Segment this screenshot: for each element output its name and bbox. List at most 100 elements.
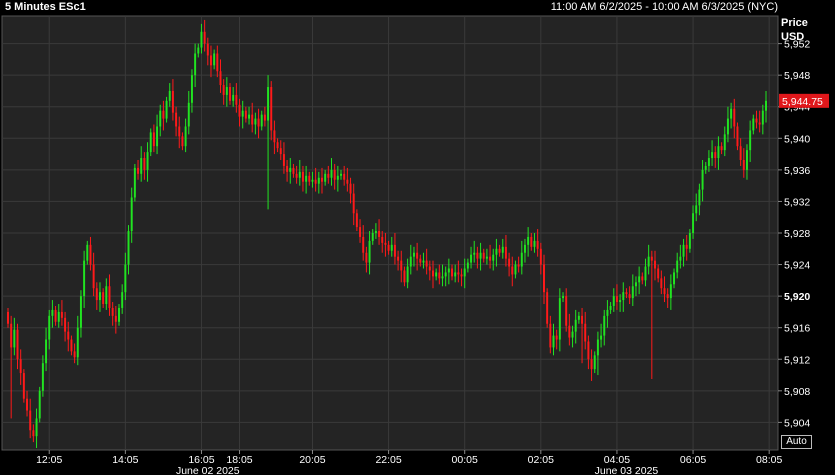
candle-body [251, 114, 254, 125]
candle-body [606, 309, 609, 316]
candle-body [209, 55, 212, 66]
candle-body [384, 242, 387, 245]
candle-body [682, 244, 685, 257]
candle-body [317, 177, 320, 184]
candle-body [504, 246, 507, 259]
candle-body [162, 110, 165, 119]
candle-body [298, 171, 301, 178]
candle-body [295, 173, 298, 178]
candle-body [225, 87, 228, 95]
currency-label: USD [781, 31, 805, 43]
candle-body [121, 292, 124, 308]
candle-body [444, 272, 447, 277]
candle-body [650, 256, 653, 261]
candle-body [340, 173, 342, 176]
candle-body [352, 193, 355, 214]
candle-body [720, 146, 723, 151]
candle-body [676, 260, 679, 273]
candle-body [435, 272, 438, 277]
auto-scale-button[interactable]: Auto [781, 435, 812, 449]
candle-body [187, 102, 190, 127]
candle-body [286, 165, 289, 172]
candle-body [704, 165, 707, 170]
candle-body [16, 329, 19, 360]
candle-body [137, 167, 140, 174]
candle-body [641, 276, 644, 281]
candle-body [432, 270, 434, 277]
candle-body [660, 278, 663, 289]
candle-body [466, 262, 469, 269]
candle-body [355, 213, 358, 228]
candle-body [634, 282, 637, 287]
candle-body [574, 319, 577, 332]
candle-body [165, 100, 168, 119]
candle-body [765, 100, 767, 111]
candle-body [460, 274, 463, 277]
candle-body [194, 53, 197, 76]
candle-body [349, 183, 352, 194]
candle-body [457, 272, 460, 275]
candle-body [758, 122, 761, 125]
candle-body [260, 114, 263, 127]
x-tick-label: 06:05 [680, 454, 706, 466]
candle-body [203, 31, 206, 44]
candle-body [492, 254, 495, 261]
candle-body [409, 256, 412, 267]
candle-body [685, 244, 688, 249]
candle-body [511, 266, 514, 275]
candle-body [159, 110, 162, 127]
candle-body [67, 331, 70, 340]
candle-body [241, 110, 244, 117]
candle-body [276, 142, 279, 149]
candle-body [571, 331, 574, 338]
candle-body [92, 264, 95, 289]
candle-body [327, 173, 330, 178]
candle-body [22, 373, 25, 399]
candle-body [695, 205, 698, 214]
candle-body [381, 236, 384, 243]
price-chart[interactable]: 5,904 5,908 5,912 5,916 5,920 5,924 5,928 5,932… [0, 0, 835, 475]
candle-body [232, 94, 235, 101]
candle-body [514, 264, 517, 275]
candle-body [609, 305, 612, 310]
candle-body [603, 315, 606, 336]
candle-body [517, 264, 520, 267]
candle-body [70, 339, 73, 352]
candle-body [10, 323, 13, 348]
candle-body [416, 252, 419, 259]
candle-body [270, 87, 273, 131]
candle-body [501, 246, 504, 253]
candle-body [79, 296, 82, 328]
candle-body [156, 126, 159, 147]
candle-body [441, 276, 444, 279]
candle-body [581, 315, 584, 324]
candle-body [692, 213, 695, 233]
chart-title: 5 Minutes ESc1 [5, 1, 86, 13]
candle-body [51, 309, 54, 316]
candle-body [755, 118, 758, 123]
candle-body [625, 292, 628, 295]
candle-body [343, 173, 346, 180]
candle-body [365, 252, 368, 263]
y-tick-label: 5,936 [784, 165, 810, 177]
candle-body [133, 167, 136, 198]
candle-body [558, 298, 561, 340]
x-tick-label: 14:05 [112, 454, 138, 466]
y-tick-label: 5,920 [784, 291, 810, 303]
y-tick-label: 5,948 [784, 70, 810, 82]
candle-body [619, 300, 622, 303]
candle-body [64, 317, 67, 332]
candle-body [568, 325, 571, 338]
price-axis-title: Price [781, 17, 808, 29]
candle-body [254, 118, 257, 125]
candle-body [485, 256, 488, 259]
candle-body [175, 112, 178, 127]
time-range-label: 11:00 AM 6/2/2025 - 10:00 AM 6/3/2025 (N… [550, 1, 778, 13]
candle-body [279, 148, 282, 155]
x-date-label: June 03 2025 [595, 465, 659, 475]
candle-body [397, 256, 400, 261]
candle-body [127, 231, 130, 265]
candle-body [346, 179, 349, 184]
candle-body [371, 233, 374, 241]
candle-body [57, 311, 60, 322]
